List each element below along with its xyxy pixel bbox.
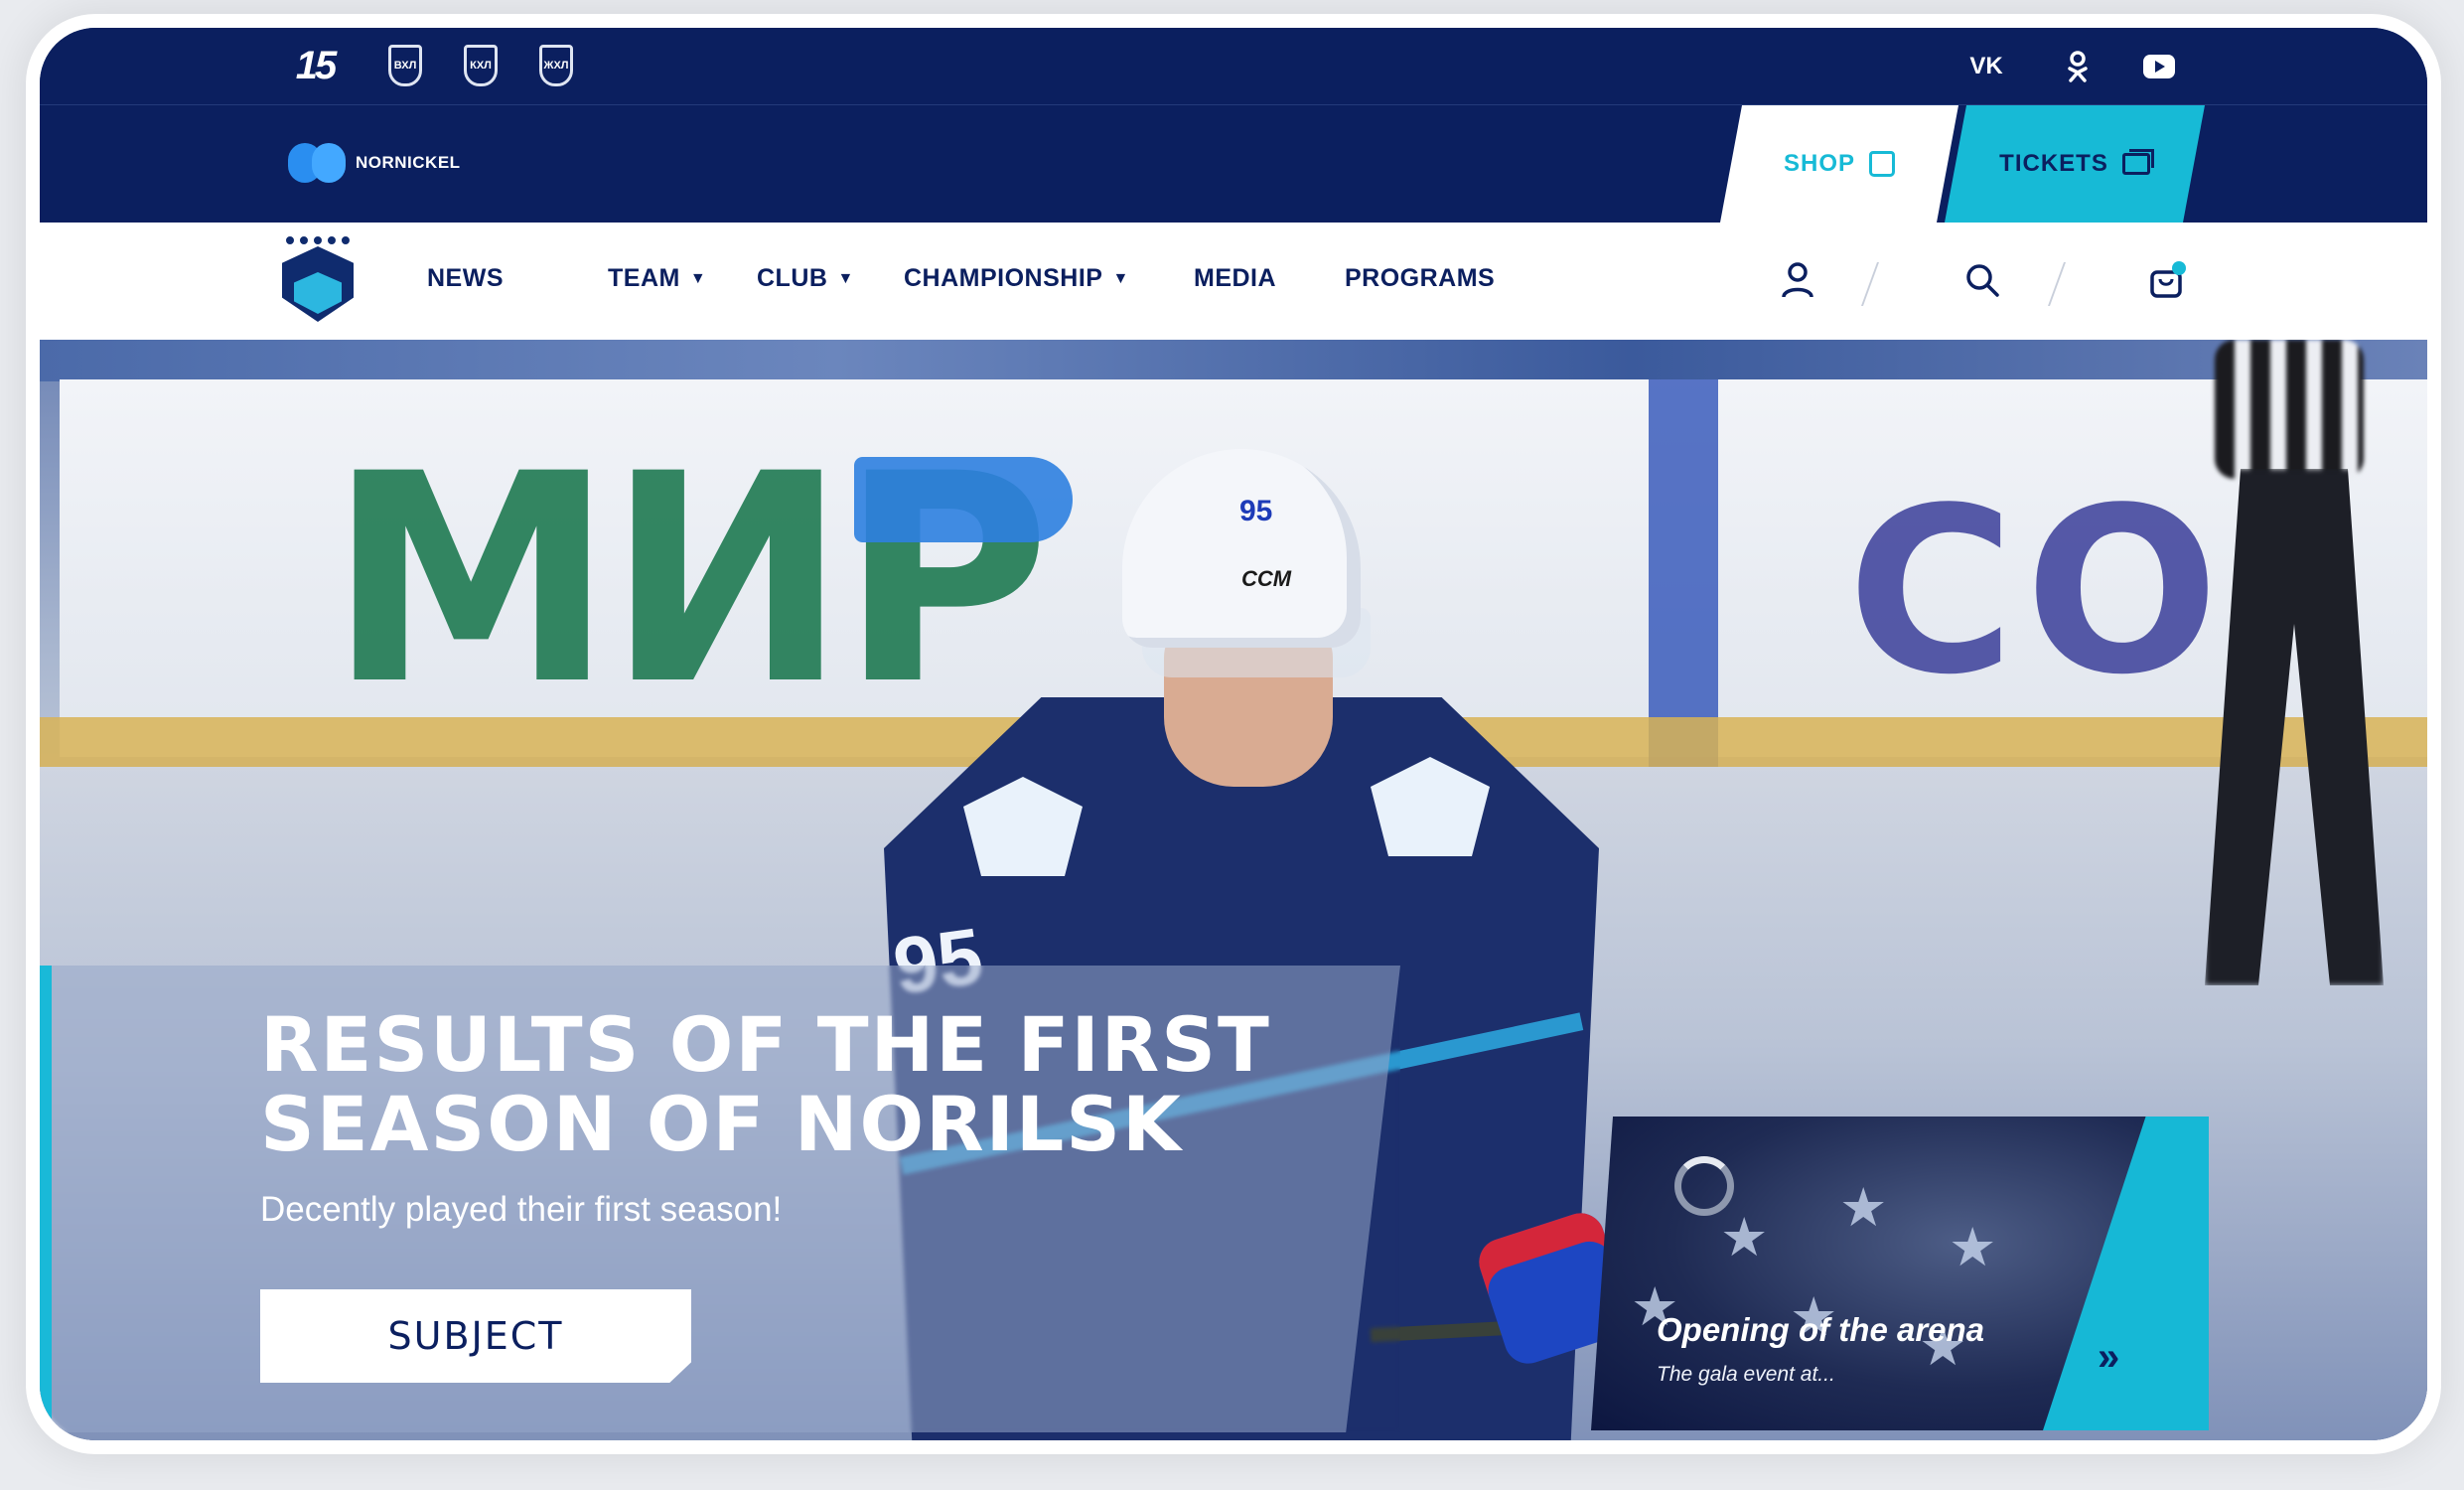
vk-icon-text: VK bbox=[1969, 53, 2003, 79]
browser-frame: 15 ВХЛ КХЛ ЖХЛ VK NORNICKEL SHOP TICKETS… bbox=[40, 28, 2427, 1440]
crowd-background bbox=[40, 340, 2427, 381]
nornickel-mark-icon bbox=[288, 143, 346, 183]
odnoklassniki-icon[interactable] bbox=[2060, 50, 2096, 83]
shop-label: SHOP bbox=[1783, 150, 1855, 177]
nav-item-team[interactable]: TEAM ▼ bbox=[608, 264, 706, 293]
helmet-brand: CCM bbox=[1241, 566, 1292, 591]
zhhl-logo-text: ЖХЛ bbox=[539, 45, 573, 86]
hero-banner: МИР СО 95 95 CCM RESULTS OF THE FIRST SE bbox=[40, 340, 2427, 1440]
nav-item-championship[interactable]: CHAMPIONSHIP ▼ bbox=[904, 264, 1129, 293]
tickets-button[interactable]: TICKETS bbox=[1945, 105, 2205, 223]
hero-subtitle: Decently played their first season! bbox=[260, 1190, 783, 1229]
khl-logo-text: КХЛ bbox=[464, 45, 498, 86]
sponsor-bar: NORNICKEL SHOP TICKETS bbox=[40, 105, 2427, 223]
nav-club-label: CLUB bbox=[757, 264, 828, 292]
headline-accent-bar bbox=[40, 966, 52, 1432]
shop-button[interactable]: SHOP bbox=[1720, 105, 1958, 223]
zhhl-logo-icon[interactable]: ЖХЛ bbox=[536, 42, 576, 89]
nav-divider bbox=[1860, 262, 1880, 306]
tickets-label: TICKETS bbox=[1999, 150, 2108, 177]
chevron-down-icon: ▼ bbox=[837, 269, 854, 287]
star-icon: ★ bbox=[1949, 1218, 1997, 1277]
loading-spinner-icon bbox=[1674, 1156, 1734, 1216]
board-ad-right: СО bbox=[1847, 460, 2230, 725]
cart-icon[interactable] bbox=[2147, 260, 2187, 300]
subject-button[interactable]: SUBJECT bbox=[260, 1289, 691, 1383]
shirt-icon bbox=[1869, 151, 1895, 177]
card-title: Opening of the arena bbox=[1657, 1311, 1985, 1348]
nav-media-label: MEDIA bbox=[1194, 264, 1277, 292]
nav-item-media[interactable]: MEDIA bbox=[1194, 264, 1276, 293]
news-card-arena[interactable]: ★ ★ ★ ★ ★ ★ Opening of the arena The gal… bbox=[1591, 1117, 2209, 1430]
nav-item-news[interactable]: NEWS bbox=[427, 264, 504, 293]
ticket-icon bbox=[2122, 153, 2150, 175]
khl-logo-icon[interactable]: КХЛ bbox=[461, 42, 501, 89]
youtube-icon[interactable] bbox=[2141, 50, 2177, 83]
card-subtitle: The gala event at... bbox=[1657, 1363, 1835, 1386]
vhl-logo-icon[interactable]: ВХЛ bbox=[385, 42, 425, 89]
main-navigation: NEWS TEAM ▼ CLUB ▼ CHAMPIONSHIP ▼ MEDIA PRO… bbox=[40, 223, 2427, 340]
player-helmet: 95 CCM bbox=[1122, 449, 1361, 648]
search-icon[interactable] bbox=[1962, 260, 2002, 300]
nornickel-logo[interactable]: NORNICKEL bbox=[288, 143, 461, 183]
anniversary-logo-text: 15 bbox=[295, 43, 337, 87]
star-icon: ★ bbox=[1720, 1208, 1769, 1267]
chevron-down-icon: ▼ bbox=[1112, 269, 1129, 287]
vhl-logo-text: ВХЛ bbox=[388, 45, 422, 86]
chevron-down-icon: ▼ bbox=[689, 269, 707, 287]
double-chevron-right-icon[interactable]: » bbox=[2098, 1335, 2119, 1380]
nav-news-label: NEWS bbox=[427, 264, 504, 292]
nav-team-label: TEAM bbox=[608, 264, 680, 292]
user-icon[interactable] bbox=[1778, 260, 1817, 300]
nav-divider bbox=[2047, 262, 2067, 306]
vk-icon[interactable]: VK bbox=[1968, 50, 2004, 83]
referee-figure bbox=[2175, 340, 2427, 1035]
star-icon: ★ bbox=[1839, 1178, 1888, 1238]
nav-programs-label: PROGRAMS bbox=[1345, 264, 1496, 292]
nav-item-club[interactable]: CLUB ▼ bbox=[757, 264, 854, 293]
league-bar: 15 ВХЛ КХЛ ЖХЛ VK bbox=[40, 28, 2427, 105]
nornickel-label: NORNICKEL bbox=[356, 153, 461, 172]
helmet-number: 95 bbox=[1239, 495, 1273, 527]
hero-title: RESULTS OF THE FIRST SEASON OF NORILSK bbox=[260, 1000, 1271, 1168]
nav-championship-label: CHAMPIONSHIP bbox=[904, 264, 1103, 292]
nav-item-programs[interactable]: PROGRAMS bbox=[1345, 264, 1495, 293]
club-logo[interactable] bbox=[278, 232, 358, 326]
anniversary-15-logo-icon[interactable]: 15 bbox=[286, 42, 344, 89]
